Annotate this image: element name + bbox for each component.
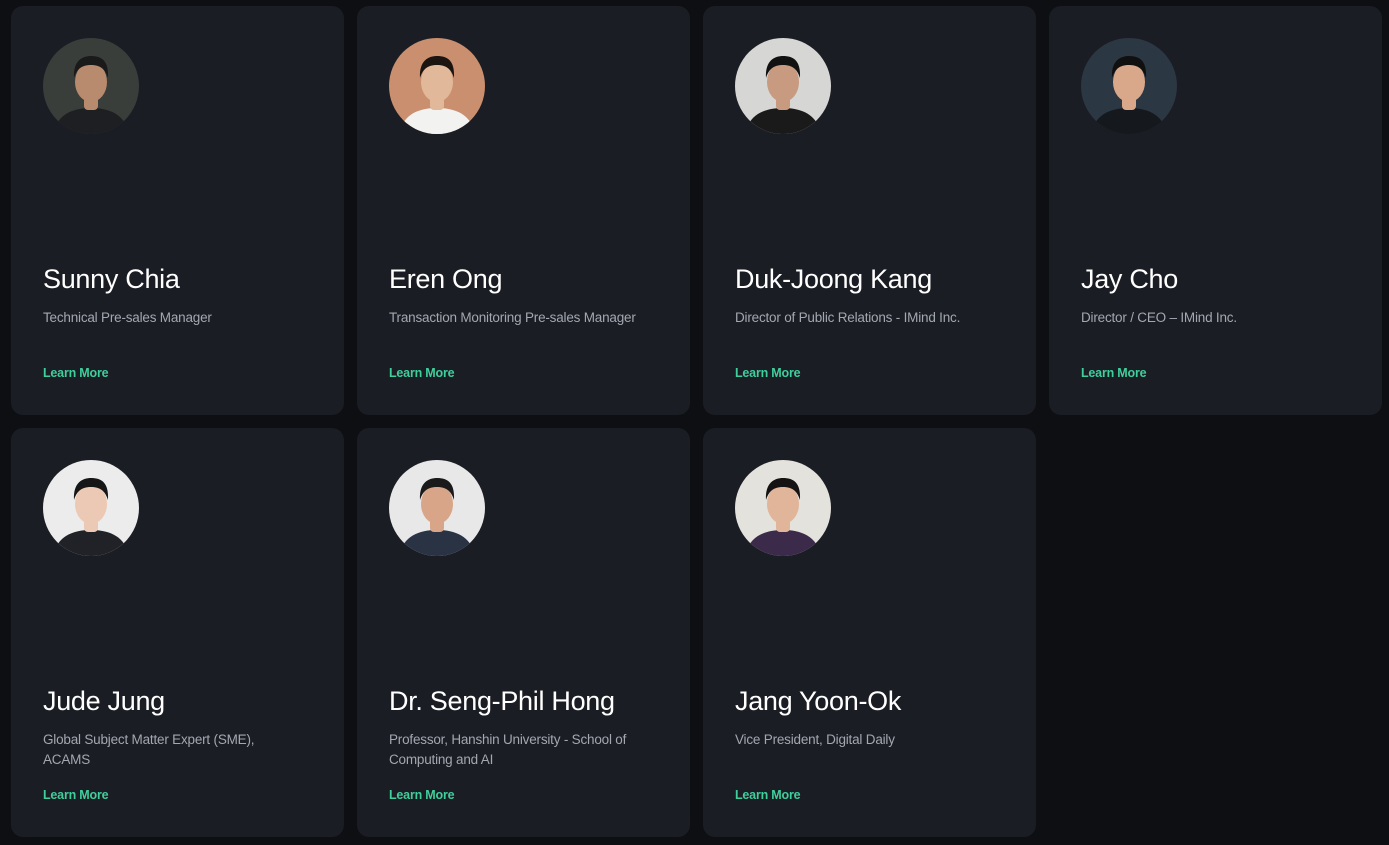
speaker-name: Jang Yoon-Ok xyxy=(735,686,902,716)
learn-more-link[interactable]: Learn More xyxy=(43,366,109,380)
avatar-photo-icon xyxy=(43,460,139,556)
speaker-name: Eren Ong xyxy=(389,264,503,294)
learn-more-link[interactable]: Learn More xyxy=(735,788,801,802)
speaker-card: Duk-Joong Kang Director of Public Relati… xyxy=(703,6,1036,415)
speaker-role: Vice President, Digital Daily xyxy=(735,732,895,747)
learn-more-link[interactable]: Learn More xyxy=(43,788,109,802)
speaker-card: Eren Ong Transaction Monitoring Pre-sale… xyxy=(357,6,690,415)
speaker-name: Dr. Seng-Phil Hong xyxy=(389,686,615,716)
speaker-role: Director / CEO – IMind Inc. xyxy=(1081,310,1237,325)
speaker-role: Director of Public Relations - IMind Inc… xyxy=(735,310,961,325)
avatar-photo-icon xyxy=(43,38,139,134)
speaker-avatar xyxy=(389,38,485,134)
speaker-card: Dr. Seng-Phil Hong Professor, Hanshin Un… xyxy=(357,428,690,837)
speaker-card: Jude Jung Global Subject Matter Expert (… xyxy=(11,428,344,837)
speaker-name: Sunny Chia xyxy=(43,264,180,294)
learn-more-link[interactable]: Learn More xyxy=(389,366,455,380)
speaker-role: Technical Pre-sales Manager xyxy=(43,310,212,325)
speaker-name: Duk-Joong Kang xyxy=(735,264,932,294)
speaker-avatar xyxy=(389,460,485,556)
speaker-avatar xyxy=(43,460,139,556)
speaker-name: Jay Cho xyxy=(1081,264,1178,294)
speaker-avatar xyxy=(735,38,831,134)
speaker-card: Sunny Chia Technical Pre-sales Manager L… xyxy=(11,6,344,415)
avatar-photo-icon xyxy=(735,38,831,134)
learn-more-link[interactable]: Learn More xyxy=(735,366,801,380)
speaker-role: Global Subject Matter Expert (SME), ACAM… xyxy=(43,732,255,767)
speaker-name: Jude Jung xyxy=(43,686,165,716)
learn-more-link[interactable]: Learn More xyxy=(389,788,455,802)
speaker-avatar xyxy=(1081,38,1177,134)
speaker-card: Jay Cho Director / CEO – IMind Inc. Lear… xyxy=(1049,6,1382,415)
speaker-role: Professor, Hanshin University - School o… xyxy=(389,732,627,767)
speaker-avatar xyxy=(43,38,139,134)
avatar-photo-icon xyxy=(389,460,485,556)
learn-more-link[interactable]: Learn More xyxy=(1081,366,1147,380)
speaker-card: Jang Yoon-Ok Vice President, Digital Dai… xyxy=(703,428,1036,837)
avatar-photo-icon xyxy=(1081,38,1177,134)
speaker-avatar xyxy=(735,460,831,556)
avatar-photo-icon xyxy=(389,38,485,134)
speaker-role: Transaction Monitoring Pre-sales Manager xyxy=(389,310,636,325)
speaker-grid: Sunny Chia Technical Pre-sales Manager L… xyxy=(11,6,1382,837)
avatar-photo-icon xyxy=(735,460,831,556)
